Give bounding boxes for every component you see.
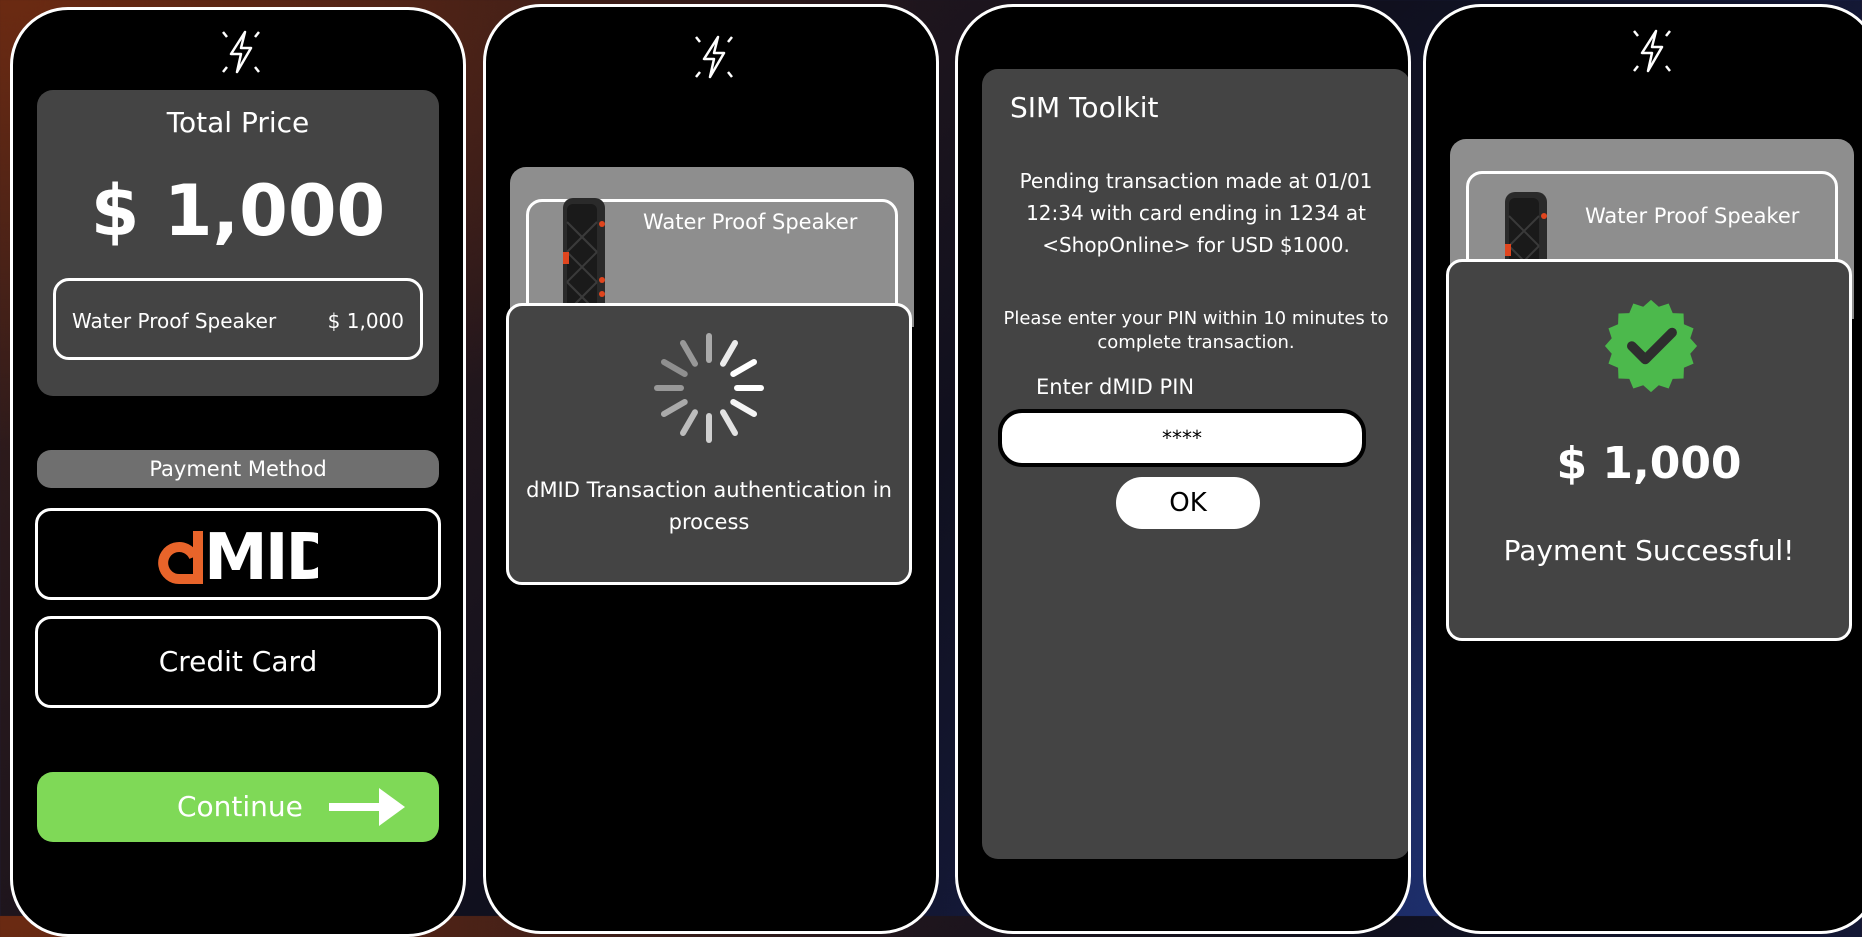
auth-status-message: dMID Transaction authentication in proce…	[526, 478, 892, 534]
phone-screen-authenticating: Water Proof Speaker dMID Transaction aut…	[483, 4, 939, 934]
ok-button[interactable]: OK	[1116, 477, 1260, 529]
payment-method-label: Payment Method	[37, 450, 439, 488]
dmid-logo: MID	[158, 521, 339, 595]
payment-success-dialog: $ 1,000 Payment Successful!	[1446, 259, 1852, 641]
product-name: Water Proof Speaker	[643, 210, 858, 234]
order-summary-panel: Total Price $ 1,000 Water Proof Speaker …	[37, 90, 439, 396]
phone-screen-checkout: Total Price $ 1,000 Water Proof Speaker …	[10, 7, 466, 937]
arrow-right-icon	[329, 788, 405, 826]
phone-screen-payment-success: Water Proof Speaker $ 1,000 Payment Succ…	[1423, 4, 1862, 934]
pin-input[interactable]	[998, 409, 1366, 467]
pending-transaction-message: Pending transaction made at 01/01 12:34 …	[1019, 169, 1373, 257]
payment-success-message: Payment Successful!	[1503, 534, 1795, 567]
continue-button-label: Continue	[177, 790, 303, 823]
nfc-off-icon	[1628, 23, 1676, 79]
cart-item: Water Proof Speaker $ 1,000	[53, 278, 423, 360]
product-name: Water Proof Speaker	[1585, 204, 1800, 228]
pin-field-label: Enter dMID PIN	[1036, 375, 1195, 399]
nfc-off-icon	[690, 29, 738, 85]
continue-button[interactable]: Continue	[37, 772, 439, 842]
phone-screen-sim-toolkit: SIM Toolkit Pending transaction made at …	[955, 4, 1411, 934]
sim-toolkit-panel: SIM Toolkit Pending transaction made at …	[982, 69, 1408, 859]
payment-option-credit-card[interactable]: Credit Card	[35, 616, 441, 708]
sim-toolkit-title: SIM Toolkit	[1010, 91, 1159, 124]
loading-spinner-icon	[654, 333, 764, 443]
check-badge-icon	[1604, 299, 1698, 393]
cart-item-price: $ 1,000	[327, 309, 404, 333]
pin-instruction: Please enter your PIN within 10 minutes …	[1003, 308, 1389, 353]
total-price-value: $ 1,000	[90, 170, 386, 252]
total-price-label: Total Price	[166, 106, 310, 139]
auth-progress-dialog: dMID Transaction authentication in proce…	[506, 303, 912, 585]
nfc-off-icon	[217, 24, 265, 80]
payment-option-dmid[interactable]: MID	[35, 508, 441, 600]
paid-amount: $ 1,000	[1556, 438, 1742, 489]
svg-text:MID: MID	[204, 523, 318, 587]
cart-item-name: Water Proof Speaker	[72, 309, 277, 333]
